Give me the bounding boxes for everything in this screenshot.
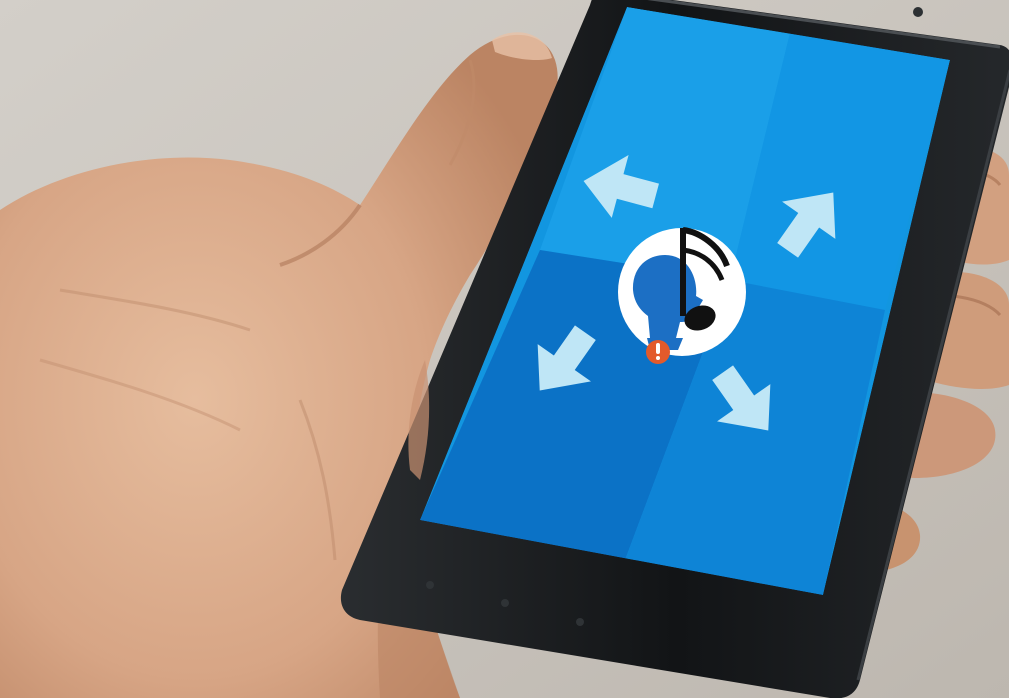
- menu-button-icon[interactable]: [576, 618, 584, 626]
- front-camera: [913, 7, 923, 17]
- photo-scene: [0, 0, 1009, 698]
- back-button-icon[interactable]: [426, 581, 434, 589]
- home-button-icon[interactable]: [501, 599, 509, 607]
- photo-illustration: [0, 0, 1009, 698]
